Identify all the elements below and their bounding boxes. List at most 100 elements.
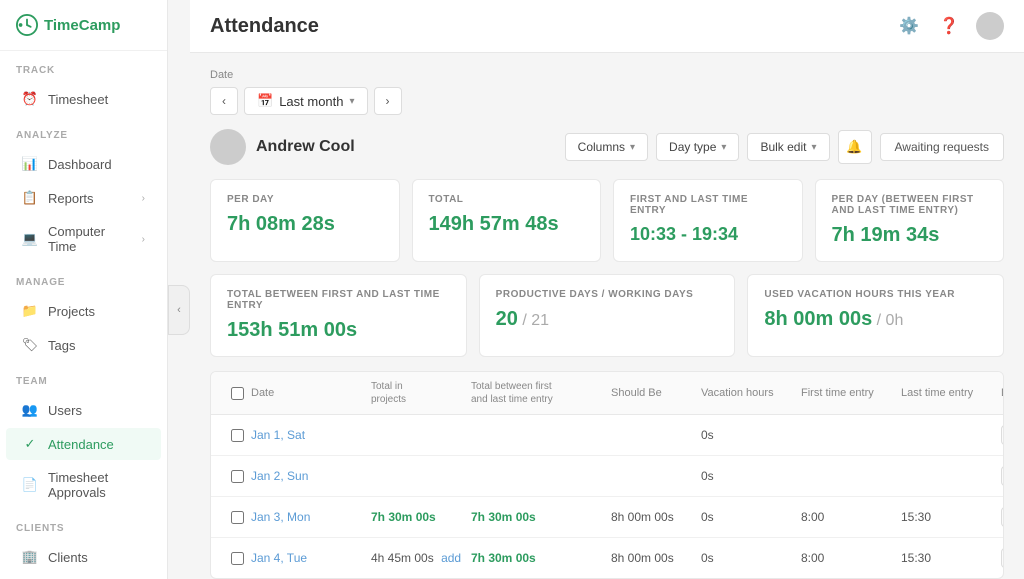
stat-label: PER DAY (BETWEEN FIRST AND LAST TIME ENT…: [832, 194, 988, 216]
stats-row-2: TOTAL BETWEEN FIRST AND LAST TIME ENTRY …: [210, 274, 1004, 357]
add-link[interactable]: add: [441, 551, 461, 565]
columns-button[interactable]: Columns ▾: [565, 133, 648, 161]
attendance-table: Date Total inprojects Total between firs…: [210, 371, 1004, 579]
date-prev-button[interactable]: ‹: [210, 87, 238, 115]
working-days-value: / 21: [518, 312, 549, 329]
sidebar-item-projects[interactable]: 📁 Projects: [6, 295, 161, 327]
tags-icon: 🏷: [22, 337, 38, 353]
productive-value: 20: [496, 308, 518, 330]
bell-button[interactable]: 🔔: [838, 130, 872, 164]
row-first-time: 8:00: [801, 551, 901, 565]
dashboard-icon: 📊: [22, 156, 38, 172]
avatar: [210, 129, 246, 165]
th-vacation: Vacation hours: [701, 387, 801, 399]
table-row: Jan 1, Sat 0s Non-working day: [211, 415, 1003, 456]
computer-icon: 💻: [22, 231, 38, 247]
sidebar-item-reports[interactable]: 📋 Reports ›: [6, 182, 161, 214]
sidebar-item-dashboard[interactable]: 📊 Dashboard: [6, 148, 161, 180]
topbar: Attendance ⚙️ ❓: [190, 0, 1024, 53]
th-last-time: Last time entry: [901, 387, 1001, 399]
row-checkbox[interactable]: [231, 470, 244, 483]
row-checkbox[interactable]: [231, 429, 244, 442]
calendar-icon: 📅: [257, 93, 273, 109]
sidebar-item-invoices[interactable]: 💰 Invoices: [6, 575, 161, 579]
row-vacation: 0s: [701, 551, 801, 565]
page-title: Attendance: [210, 15, 319, 38]
sidebar-item-label: Dashboard: [48, 157, 112, 172]
header-checkbox-col: [223, 387, 251, 400]
day-type-label: Day type: [669, 140, 716, 154]
row-vacation: 0s: [701, 510, 801, 524]
section-manage: MANAGE: [0, 263, 167, 294]
day-type-button[interactable]: Day type ▾: [656, 133, 739, 161]
chevron-right-icon: ›: [142, 234, 145, 245]
stat-label: PRODUCTIVE DAYS / WORKING DAYS: [496, 289, 719, 300]
row-day-type: Non-working day: [1001, 425, 1004, 445]
stat-card-total-between: TOTAL BETWEEN FIRST AND LAST TIME ENTRY …: [210, 274, 467, 357]
chevron-right-icon: ›: [142, 193, 145, 204]
stat-value: 20 / 21: [496, 308, 719, 331]
row-vacation: 0s: [701, 469, 801, 483]
row-total-projects: 7h 30m 00s: [371, 510, 471, 524]
row-date[interactable]: Jan 4, Tue: [251, 551, 371, 565]
sidebar-item-label: Attendance: [48, 437, 114, 452]
clock-icon: ⏰: [22, 91, 38, 107]
user-header: Andrew Cool Columns ▾ Day type ▾ Bulk ed…: [210, 129, 1004, 165]
stat-card-first-last: FIRST AND LAST TIME ENTRY 10:33 - 19:34: [613, 179, 803, 262]
logo-text: TimeCamp: [44, 17, 120, 34]
stats-row-1: PER DAY 7h 08m 28s TOTAL 149h 57m 48s FI…: [210, 179, 1004, 262]
settings-icon[interactable]: ⚙️: [896, 13, 922, 39]
sidebar-item-label: Reports: [48, 191, 94, 206]
attendance-icon: ✓: [22, 436, 38, 452]
stat-card-productive-days: PRODUCTIVE DAYS / WORKING DAYS 20 / 21: [479, 274, 736, 357]
day-type-badge: Working day: [1001, 548, 1004, 568]
stat-card-per-day: PER DAY 7h 08m 28s: [210, 179, 400, 262]
row-checkbox[interactable]: [231, 511, 244, 524]
row-date[interactable]: Jan 2, Sun: [251, 469, 371, 483]
th-total-in-projects: Total inprojects: [371, 380, 471, 406]
reports-icon: 📋: [22, 190, 38, 206]
awaiting-requests-button[interactable]: Awaiting requests: [880, 133, 1005, 161]
error-value: 4h 45m 00s: [371, 551, 434, 565]
sidebar-item-users[interactable]: 👥 Users: [6, 394, 161, 426]
sidebar-item-label: Timesheet: [48, 92, 108, 107]
th-total-between: Total between firstand last time entry: [471, 380, 611, 406]
th-day-type: Day type: [1001, 387, 1004, 399]
sidebar-collapse-button[interactable]: ‹: [168, 285, 190, 335]
awaiting-label: Awaiting requests: [895, 140, 990, 154]
help-icon[interactable]: ❓: [936, 13, 962, 39]
table-header-row: Date Total inprojects Total between firs…: [211, 372, 1003, 415]
user-info: Andrew Cool: [210, 129, 355, 165]
row-checkbox-col: [223, 470, 251, 483]
bulk-edit-button[interactable]: Bulk edit ▾: [747, 133, 829, 161]
row-should-be: 8h 00m 00s: [611, 551, 701, 565]
row-day-type: Working day: [1001, 548, 1004, 568]
sidebar-item-clients[interactable]: 🏢 Clients: [6, 541, 161, 573]
main-content: Attendance ⚙️ ❓ Date ‹ 📅 Last month ▾ ›: [190, 0, 1024, 579]
sidebar-item-timesheet-approvals[interactable]: 📄 Timesheet Approvals: [6, 462, 161, 508]
date-next-button[interactable]: ›: [374, 87, 402, 115]
row-date[interactable]: Jan 1, Sat: [251, 428, 371, 442]
section-team: TEAM: [0, 362, 167, 393]
sidebar-item-computer-time[interactable]: 💻 Computer Time ›: [6, 216, 161, 262]
th-should-be: Should Be: [611, 387, 701, 399]
user-avatar-icon[interactable]: [976, 12, 1004, 40]
stat-card-vacation: USED VACATION HOURS THIS YEAR 8h 00m 00s…: [747, 274, 1004, 357]
table-row: Jan 2, Sun 0s Non-working day: [211, 456, 1003, 497]
sidebar-item-attendance[interactable]: ✓ Attendance: [6, 428, 161, 460]
row-day-type: Working day: [1001, 507, 1004, 527]
content-area: Date ‹ 📅 Last month ▾ › Andrew Cool Colu…: [190, 53, 1024, 579]
sidebar-item-timesheet[interactable]: ⏰ Timesheet: [6, 83, 161, 115]
user-name: Andrew Cool: [256, 138, 355, 156]
date-range-label: Last month: [279, 94, 343, 109]
date-range-button[interactable]: 📅 Last month ▾: [244, 87, 368, 115]
row-checkbox[interactable]: [231, 552, 244, 565]
row-date[interactable]: Jan 3, Mon: [251, 510, 371, 524]
select-all-checkbox[interactable]: [231, 387, 244, 400]
row-vacation: 0s: [701, 428, 801, 442]
stat-card-total: TOTAL 149h 57m 48s: [412, 179, 602, 262]
sidebar-item-tags[interactable]: 🏷 Tags: [6, 329, 161, 361]
row-total-between: 7h 30m 00s: [471, 510, 611, 524]
day-type-badge: Working day: [1001, 507, 1004, 527]
users-icon: 👥: [22, 402, 38, 418]
